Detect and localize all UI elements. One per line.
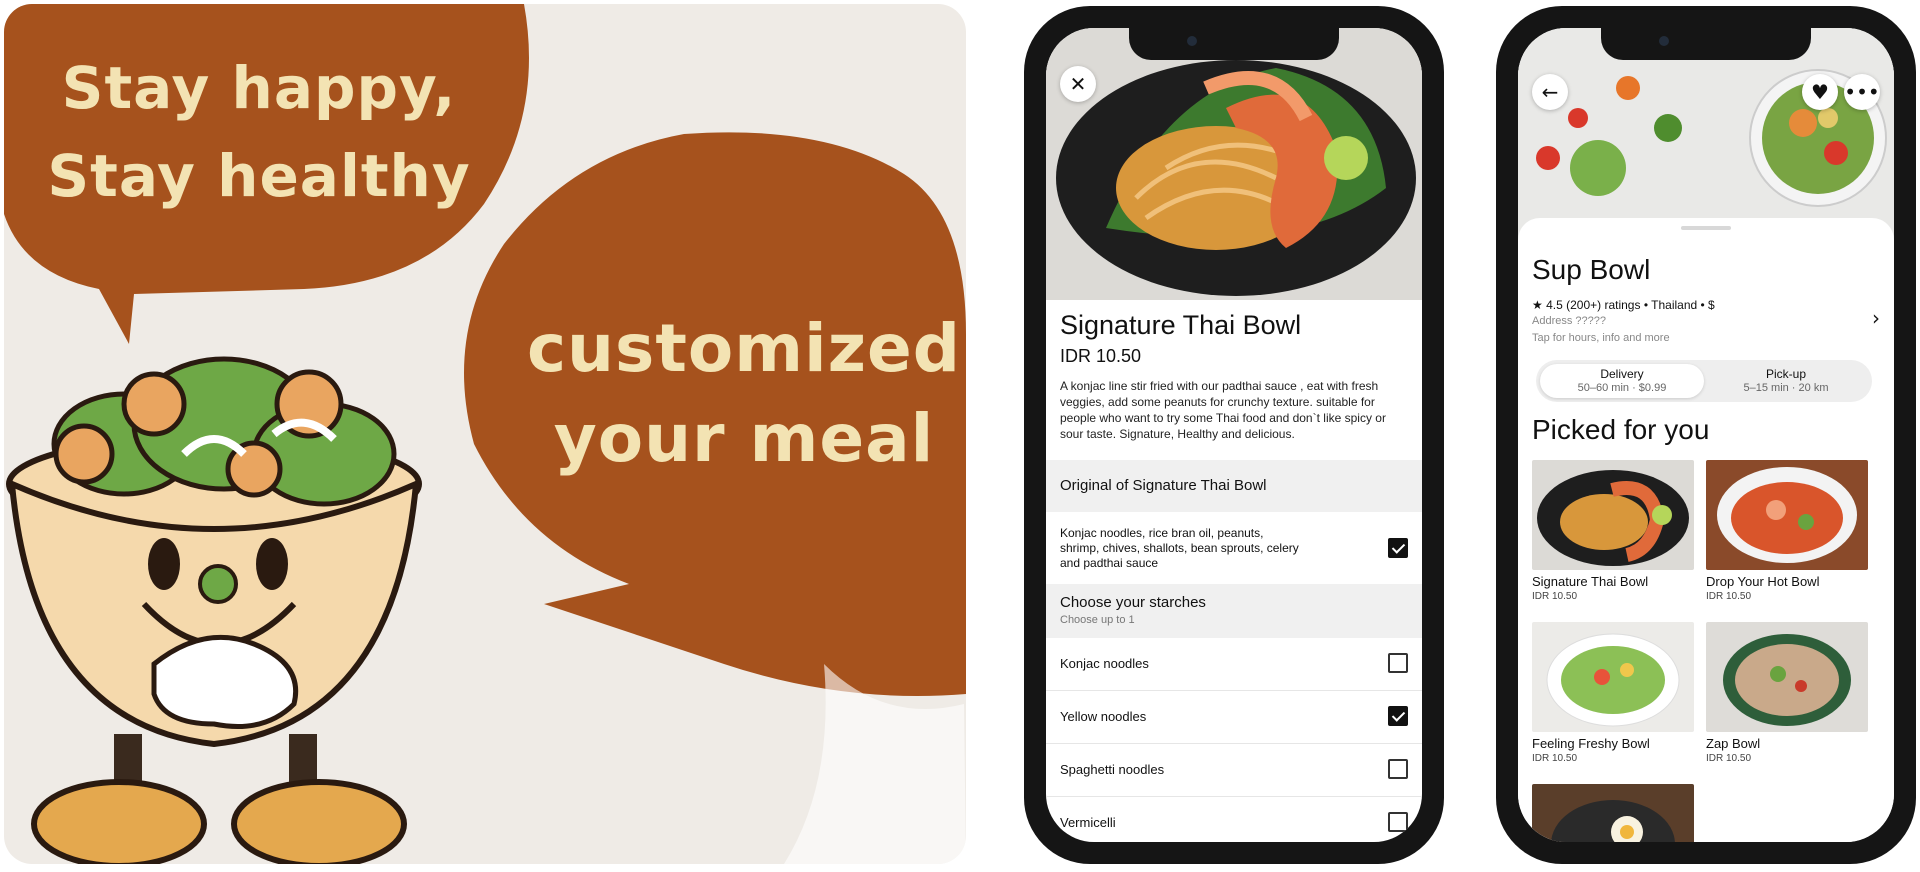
item-title: Signature Thai Bowl <box>1060 310 1302 340</box>
menu-card[interactable]: Feeling Freshy Bowl IDR 10.50 <box>1532 622 1694 764</box>
restaurant-name: Sup Bowl <box>1532 254 1651 285</box>
starch-checkbox-spaghetti[interactable] <box>1388 759 1408 779</box>
pickup-detail: 5–15 min · 20 km <box>1743 382 1829 394</box>
menu-card-photo <box>1532 784 1694 842</box>
menu-card-photo <box>1532 460 1694 570</box>
phone-notch <box>1601 26 1811 60</box>
item-price: IDR 10.50 <box>1060 346 1142 366</box>
menu-card-name: Feeling Freshy Bowl <box>1532 736 1650 751</box>
starch-option-spaghetti[interactable]: Spaghetti noodles <box>1046 744 1422 797</box>
phone-restaurant: ← ♥ ••• Sup Bowl ★ 4.5 (200+) ratings • … <box>1496 6 1916 864</box>
original-section-title: Original of Signature Thai Bowl <box>1060 477 1267 494</box>
promo-poster: Stay happy, Stay healthy customized your… <box>4 4 966 864</box>
poster-line-2: Stay healthy <box>47 142 471 210</box>
nose <box>198 564 238 604</box>
starch-section-header: Choose your starches Choose up to 1 <box>1046 584 1422 638</box>
menu-card[interactable]: Zap Bowl IDR 10.50 <box>1706 622 1868 764</box>
more-icon: ••• <box>1844 80 1880 104</box>
favorite-button[interactable]: ♥ <box>1802 74 1838 110</box>
starch-option-label: Konjac noodles <box>1060 656 1149 671</box>
item-detail-screen: ✕ Signature Thai Bowl IDR 10.50 A konjac… <box>1046 28 1422 842</box>
poster-headline: Stay happy, Stay healthy <box>44 44 474 220</box>
star-icon: ★ <box>1532 298 1547 312</box>
delivery-option[interactable]: Delivery 50–60 min · $0.99 <box>1540 364 1704 398</box>
starch-option-yellow[interactable]: Yellow noodles <box>1046 691 1422 744</box>
item-description: A konjac line stir fried with our padtha… <box>1060 379 1386 441</box>
starch-section-title: Choose your starches <box>1060 594 1206 611</box>
menu-card[interactable]: Drop Your Hot Bowl IDR 10.50 <box>1706 460 1868 602</box>
left-shoe <box>31 779 207 864</box>
pickup-label: Pick-up <box>1765 367 1806 381</box>
original-checkbox[interactable] <box>1388 538 1408 558</box>
menu-card-photo <box>1532 622 1694 732</box>
sheet-grabber[interactable] <box>1681 226 1731 230</box>
close-icon: ✕ <box>1069 72 1087 96</box>
pickup-option[interactable]: Pick-up 5–15 min · 20 km <box>1704 364 1868 398</box>
delivery-detail: 50–60 min · $0.99 <box>1577 382 1667 394</box>
starch-checkbox-vermicelli[interactable] <box>1388 812 1408 832</box>
back-arrow-icon: ← <box>1541 80 1559 104</box>
starch-checkbox-yellow[interactable] <box>1388 706 1408 726</box>
menu-card-photo <box>1706 460 1868 570</box>
menu-card-price: IDR 10.50 <box>1706 753 1752 764</box>
delivery-label: Delivery <box>1600 367 1644 381</box>
menu-card[interactable]: Signature Thai Bowl IDR 10.50 <box>1532 460 1694 602</box>
more-button[interactable]: ••• <box>1844 74 1880 110</box>
right-eye <box>256 538 288 590</box>
menu-card-partial[interactable] <box>1532 784 1694 842</box>
restaurant-rating-text: 4.5 (200+) ratings • Thailand • $ <box>1546 298 1715 312</box>
starch-option-konjac[interactable]: Konjac noodles <box>1046 638 1422 691</box>
dish-photo <box>1046 28 1422 300</box>
menu-card-price: IDR 10.50 <box>1706 591 1752 602</box>
back-button[interactable]: ← <box>1532 74 1568 110</box>
restaurant-banner <box>1518 28 1894 248</box>
original-section-header: Original of Signature Thai Bowl <box>1046 460 1422 512</box>
original-ingredients-text: Konjac noodles, rice bran oil, peanuts, … <box>1060 526 1299 570</box>
menu-card-price: IDR 10.50 <box>1532 591 1578 602</box>
poster-line-1: Stay happy, <box>61 54 457 122</box>
right-shoe <box>231 779 407 864</box>
poster-line-4: your meal <box>553 400 935 477</box>
restaurant-address: Address ????? <box>1532 315 1606 327</box>
restaurant-meta: ★ 4.5 (200+) ratings • Thailand • $ <box>1532 298 1715 312</box>
restaurant-screen: ← ♥ ••• Sup Bowl ★ 4.5 (200+) ratings • … <box>1518 28 1894 842</box>
poster-line-3: customized <box>526 310 962 387</box>
menu-card-name: Zap Bowl <box>1706 736 1761 751</box>
salad <box>51 356 397 507</box>
starch-section-hint: Choose up to 1 <box>1060 614 1135 626</box>
starch-option-label: Spaghetti noodles <box>1060 762 1165 777</box>
starch-option-label: Vermicelli <box>1060 815 1116 830</box>
menu-card-name: Signature Thai Bowl <box>1532 574 1649 589</box>
menu-card-price: IDR 10.50 <box>1532 753 1578 764</box>
heart-icon: ♥ <box>1811 80 1829 104</box>
menu-card-photo <box>1706 622 1868 732</box>
left-eye <box>148 538 180 590</box>
phone-item-detail: ✕ Signature Thai Bowl IDR 10.50 A konjac… <box>1024 6 1444 864</box>
original-ingredients-row[interactable]: Konjac noodles, rice bran oil, peanuts, … <box>1046 512 1422 585</box>
phone-notch <box>1129 26 1339 60</box>
picked-section-title: Picked for you <box>1532 414 1710 445</box>
chevron-right-icon[interactable]: › <box>1872 306 1880 330</box>
close-button[interactable]: ✕ <box>1060 66 1096 102</box>
starch-checkbox-konjac[interactable] <box>1388 653 1408 673</box>
restaurant-sheet: Sup Bowl ★ 4.5 (200+) ratings • Thailand… <box>1518 218 1894 842</box>
restaurant-info-link[interactable]: Tap for hours, info and more <box>1532 332 1670 344</box>
menu-card-name: Drop Your Hot Bowl <box>1706 574 1820 589</box>
starch-option-label: Yellow noodles <box>1060 709 1147 724</box>
fulfillment-toggle: Delivery 50–60 min · $0.99 Pick-up 5–15 … <box>1536 360 1872 402</box>
poster-tagline: customized your meal <box>524 304 964 484</box>
starch-option-vermicelli[interactable]: Vermicelli <box>1046 797 1422 842</box>
